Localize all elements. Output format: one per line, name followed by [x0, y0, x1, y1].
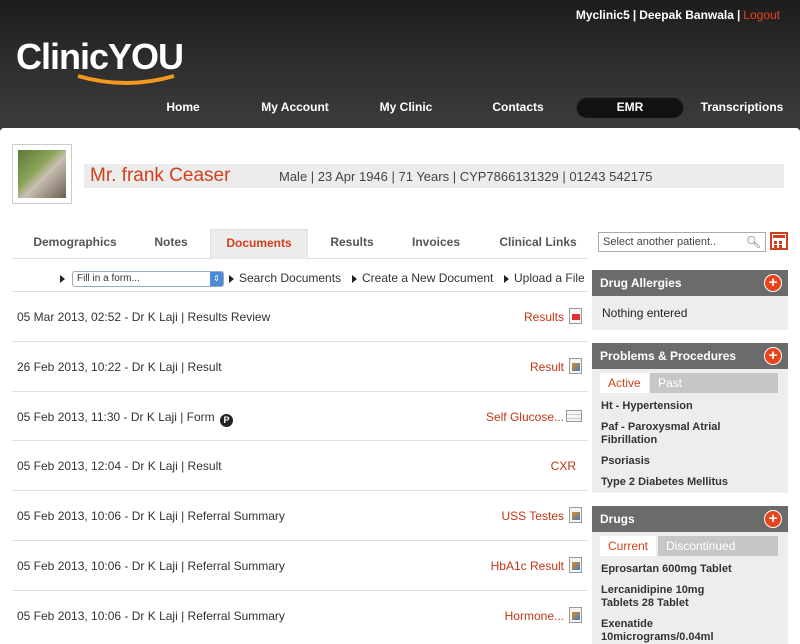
calendar-icon[interactable] — [770, 232, 788, 250]
add-drug-button[interactable]: + — [764, 510, 782, 528]
nav-my-account[interactable]: My Account — [252, 96, 338, 118]
form-select[interactable]: Fill in a form... ⇕ — [72, 271, 224, 287]
select-arrow-icon: ⇕ — [210, 272, 223, 286]
nav-contacts[interactable]: Contacts — [482, 96, 554, 118]
document-link[interactable]: Results — [524, 310, 564, 324]
logo-text: ClinicYOU — [16, 36, 184, 77]
problem-item[interactable]: Psoriasis — [592, 452, 788, 471]
arrow-icon — [352, 274, 357, 283]
add-allergy-button[interactable]: + — [764, 274, 782, 292]
document-link[interactable]: USS Testes — [502, 509, 564, 523]
document-description: 05 Feb 2013, 10:06 - Dr K Laji | Referra… — [17, 608, 285, 623]
problems-heading: Problems & Procedures + — [592, 343, 788, 369]
problem-item[interactable]: Type 2 Diabetes Mellitus — [592, 473, 788, 492]
nav-home[interactable]: Home — [150, 96, 216, 118]
upload-file-link[interactable]: Upload a File — [504, 271, 585, 285]
document-description: 05 Feb 2013, 10:06 - Dr K Laji | Referra… — [17, 509, 285, 524]
tab-past[interactable]: Past — [650, 373, 778, 393]
clinicyou-logo[interactable]: ClinicYOU — [16, 36, 184, 85]
drug-item[interactable]: Exenatide 10micrograms/0.04ml Solution F… — [592, 615, 788, 644]
main-nav: Home My Account My Clinic Contacts EMR T… — [0, 96, 800, 118]
document-list: 05 Mar 2013, 02:52 - Dr K Laji | Results… — [12, 291, 588, 640]
patient-name: Mr. frank Ceaser — [90, 165, 231, 186]
document-description: 26 Feb 2013, 10:22 - Dr K Laji | Result — [17, 359, 222, 374]
logo-smile-icon — [77, 74, 175, 85]
form-arrow-icon — [60, 271, 70, 285]
record-tabs: Demographics Notes Documents Results Inv… — [12, 229, 588, 259]
tab-demographics[interactable]: Demographics — [24, 229, 126, 259]
problem-item[interactable]: Paf - Paroxysmal Atrial Fibrillation — [592, 418, 788, 450]
drug-item[interactable]: Eprosartan 600mg Tablet — [592, 560, 788, 579]
patient-photo — [12, 144, 72, 204]
tab-documents[interactable]: Documents — [210, 229, 308, 259]
document-link[interactable]: Result — [530, 360, 564, 374]
problems-list: Ht - Hypertension Paf - Paroxysmal Atria… — [592, 393, 788, 492]
list-item[interactable]: 05 Feb 2013, 10:06 - Dr K Laji | Referra… — [12, 539, 588, 590]
add-problem-button[interactable]: + — [764, 347, 782, 365]
patient-search-input[interactable]: Select another patient.. 🔍︎ — [598, 232, 766, 252]
patient-namebar: Mr. frank Ceaser Male | 23 Apr 1946 | 71… — [84, 164, 784, 188]
list-item[interactable]: 26 Feb 2013, 10:22 - Dr K Laji | Result … — [12, 340, 588, 391]
drug-allergies-heading: Drug Allergies + — [592, 270, 788, 296]
document-description: 05 Feb 2013, 12:04 - Dr K Laji | Result — [17, 459, 222, 474]
pdf-icon[interactable] — [569, 308, 582, 324]
problems-panel: Problems & Procedures + Active Past Ht -… — [592, 343, 788, 493]
tab-current[interactable]: Current — [600, 536, 657, 556]
form-select-value: Fill in a form... — [77, 273, 140, 284]
tab-discontinued[interactable]: Discontinued — [658, 536, 778, 556]
document-description: 05 Feb 2013, 11:30 - Dr K Laji | Form P — [17, 410, 233, 427]
patient-search-placeholder: Select another patient.. — [603, 236, 717, 248]
drugs-panel: Drugs + Current Discontinued Eprosartan … — [592, 506, 788, 644]
form-icon[interactable] — [566, 409, 582, 422]
search-icon[interactable]: 🔍︎ — [746, 235, 761, 249]
logout-link[interactable]: Logout — [743, 8, 780, 22]
drugs-tabs: Current Discontinued — [592, 532, 788, 556]
arrow-icon — [504, 274, 509, 283]
document-link[interactable]: CXR — [551, 459, 576, 473]
nav-transcriptions[interactable]: Transcriptions — [694, 96, 790, 118]
drug-item[interactable]: Lercanidipine 10mg Tablets 28 Tablet — [592, 581, 788, 613]
problem-item[interactable]: Ht - Hypertension — [592, 397, 788, 416]
documents-toolbar: Fill in a form... ⇕ Search Documents Cre… — [60, 270, 590, 288]
user-name[interactable]: Deepak Banwala — [639, 8, 734, 22]
arrow-icon — [229, 274, 234, 283]
drugs-heading: Drugs + — [592, 506, 788, 532]
patient-info: Male | 23 Apr 1946 | 71 Years | CYP78661… — [279, 169, 653, 184]
tab-notes[interactable]: Notes — [138, 229, 204, 259]
list-item[interactable]: 05 Feb 2013, 10:06 - Dr K Laji | Referra… — [12, 490, 588, 540]
document-description: 05 Feb 2013, 10:06 - Dr K Laji | Referra… — [17, 558, 285, 573]
user-bar: Myclinic5 | Deepak Banwala | Logout — [575, 8, 780, 22]
nav-emr[interactable]: EMR — [576, 96, 684, 118]
image-document-icon[interactable] — [569, 507, 582, 524]
image-document-icon[interactable] — [569, 357, 582, 374]
drugs-list: Eprosartan 600mg Tablet Lercanidipine 10… — [592, 556, 788, 644]
nav-my-clinic[interactable]: My Clinic — [370, 96, 442, 118]
drug-allergies-panel: Drug Allergies + Nothing entered — [592, 270, 788, 330]
tab-active[interactable]: Active — [600, 373, 649, 393]
main-panel: Mr. frank Ceaser Male | 23 Apr 1946 | 71… — [0, 128, 800, 644]
image-document-icon[interactable] — [569, 606, 582, 623]
list-item[interactable]: 05 Feb 2013, 12:04 - Dr K Laji | Result … — [12, 440, 588, 490]
tab-results[interactable]: Results — [316, 229, 388, 259]
document-link[interactable]: Hormone... — [505, 609, 564, 623]
app-header: Myclinic5 | Deepak Banwala | Logout ClinicYO… — [0, 0, 800, 128]
search-documents-link[interactable]: Search Documents — [229, 271, 341, 285]
create-document-link[interactable]: Create a New Document — [352, 271, 493, 285]
form-p-badge-icon: P — [220, 413, 233, 427]
clinic-name[interactable]: Myclinic5 — [576, 8, 630, 22]
list-item[interactable]: 05 Mar 2013, 02:52 - Dr K Laji | Results… — [12, 291, 588, 341]
allergies-text: Nothing entered — [602, 306, 688, 320]
list-item[interactable]: 05 Feb 2013, 10:06 - Dr K Laji | Referra… — [12, 589, 588, 640]
list-item[interactable]: 05 Feb 2013, 11:30 - Dr K Laji | Form P … — [12, 390, 588, 441]
problems-tabs: Active Past — [592, 369, 788, 393]
document-description: 05 Mar 2013, 02:52 - Dr K Laji | Results… — [17, 310, 271, 324]
image-document-icon[interactable] — [569, 556, 582, 573]
tab-clinical-links[interactable]: Clinical Links — [488, 229, 588, 259]
document-link[interactable]: HbA1c Result — [491, 559, 564, 573]
tab-invoices[interactable]: Invoices — [398, 229, 474, 259]
document-link[interactable]: Self Glucose... — [486, 410, 564, 424]
